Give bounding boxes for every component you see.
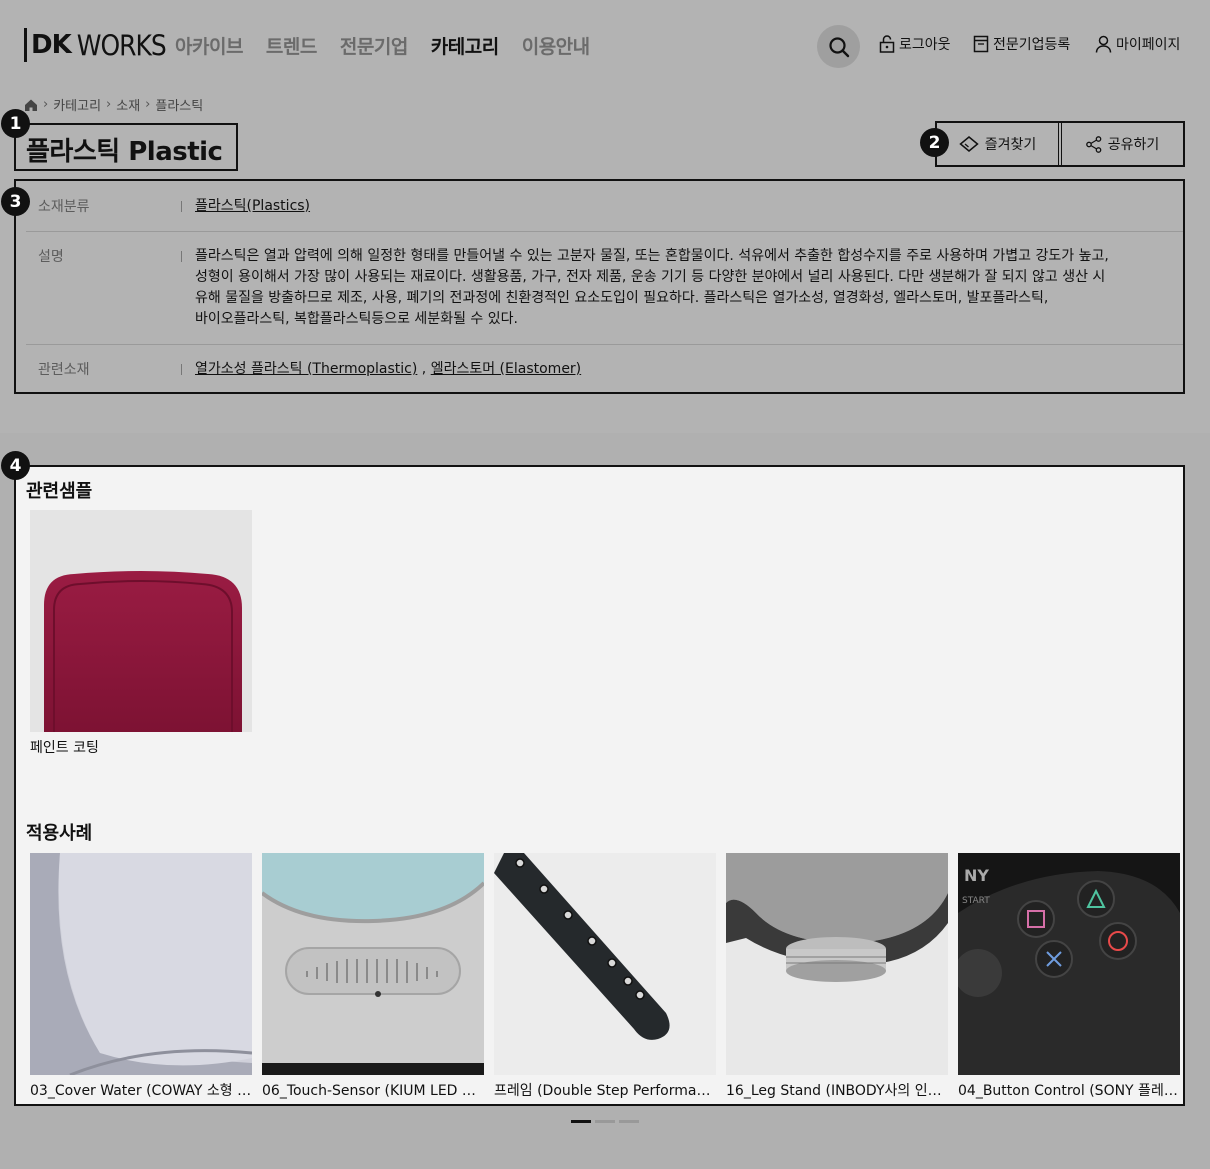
logout-label: 로그아웃 [899, 37, 951, 53]
category-link[interactable]: 플라스틱(Plastics) [195, 198, 310, 214]
nav-item-trend[interactable]: 트렌드 [266, 32, 317, 59]
description-label: 설명 [26, 246, 182, 330]
mypage-label: 마이페이지 [1116, 37, 1181, 53]
bookmark-diamond-icon [959, 136, 979, 152]
nav-item-category[interactable]: 카테고리 [431, 32, 499, 59]
related-panel: 관련샘플 페인트 코팅 적용사례 03_Cover Water (COWAY 소… [14, 465, 1185, 1106]
row-divider [26, 344, 1183, 345]
case-thumbnail[interactable] [494, 853, 716, 1075]
breadcrumb-item-plastic[interactable]: 플라스틱 [155, 95, 203, 114]
chevron-right-icon: › [145, 97, 151, 112]
marker-1: 1 [1, 109, 30, 138]
cases-title: 적용사례 [26, 823, 93, 844]
case-thumbnail[interactable] [726, 853, 948, 1075]
breadcrumb-item-material[interactable]: 소재 [116, 95, 140, 114]
info-row-description: 설명 플라스틱은 열과 압력에 의해 일정한 형태를 만들어낼 수 있는 고분자… [26, 246, 1183, 330]
marker-4: 4 [1, 451, 30, 480]
pager-dot-active[interactable] [571, 1120, 591, 1123]
description-line: 바이오플라스틱, 복합플라스틱등으로 세분화될 수 있다. [195, 311, 518, 327]
svg-text:NY: NY [964, 866, 989, 885]
search-icon [828, 36, 849, 57]
info-row-related: 관련소재 열가소성 플라스틱 (Thermoplastic) , 엘라스토머 (… [26, 359, 1183, 380]
related-label: 관련소재 [26, 359, 182, 380]
share-button[interactable]: 공유하기 [1058, 123, 1183, 165]
svg-text:START: START [962, 896, 990, 906]
case-thumbnail[interactable] [30, 853, 252, 1075]
share-icon [1085, 135, 1102, 153]
carousel-pagination [571, 1120, 639, 1123]
samples-title: 관련샘플 [26, 481, 93, 502]
info-row-category: 소재분류 플라스틱(Plastics) [26, 196, 1183, 217]
case-caption[interactable]: 03_Cover Water (COWAY 소형 정수기) [30, 1080, 252, 1100]
marker-2: 2 [920, 128, 949, 157]
case-caption[interactable]: 06_Touch-Sensor (KIUM LED 조명) [262, 1080, 484, 1100]
home-icon[interactable] [24, 98, 38, 112]
related-link-thermoplastic[interactable]: 열가소성 플라스틱 (Thermoplastic) [195, 361, 417, 377]
logo-works: WORKS [76, 28, 167, 62]
mypage-link[interactable]: 마이페이지 [1095, 34, 1180, 54]
description-text: 플라스틱은 열과 압력에 의해 일정한 형태를 만들어낼 수 있는 고분자 물질… [181, 246, 1171, 330]
chevron-right-icon: › [43, 97, 49, 112]
related-value-cell: 열가소성 플라스틱 (Thermoplastic) , 엘라스토머 (Elast… [181, 359, 1171, 380]
site-logo[interactable]: DK WORKS [24, 26, 167, 64]
page-title: 플라스틱 Plastic [26, 137, 223, 167]
expert-register-link[interactable]: 전문기업등록 [973, 34, 1070, 54]
share-label: 공유하기 [1107, 137, 1160, 153]
page-title-box: 플라스틱 Plastic [14, 123, 239, 171]
description-line: 유해 물질을 방출하므로 제조, 사용, 폐기의 전과정에 친환경적인 요소도입… [195, 290, 1049, 306]
favorite-label: 즐겨찾기 [984, 137, 1037, 153]
document-icon [973, 35, 989, 53]
category-value-cell: 플라스틱(Plastics) [181, 196, 1171, 217]
action-buttons: 즐겨찾기 공유하기 [935, 121, 1185, 167]
favorite-button[interactable]: 즐겨찾기 [937, 123, 1058, 165]
nav-item-experts[interactable]: 전문기업 [340, 32, 408, 59]
user-icon [1095, 35, 1112, 53]
pager-dot[interactable] [595, 1120, 615, 1123]
description-line: 플라스틱은 열과 압력에 의해 일정한 형태를 만들어낼 수 있는 고분자 물질… [195, 248, 1109, 264]
logout-link[interactable]: 로그아웃 [879, 34, 951, 54]
sample-caption[interactable]: 페인트 코팅 [30, 737, 252, 757]
search-button[interactable] [817, 25, 860, 68]
case-caption[interactable]: 프레임 (Double Step Performance) [494, 1080, 716, 1100]
description-line: 성형이 용이해서 가장 많이 사용되는 재료이다. 생활용품, 가구, 전자 제… [195, 269, 1106, 285]
chevron-right-icon: › [106, 97, 112, 112]
breadcrumb: › 카테고리 › 소재 › 플라스틱 [24, 95, 203, 114]
nav-item-archive[interactable]: 아카이브 [175, 32, 243, 59]
expert-register-label: 전문기업등록 [993, 37, 1071, 53]
logo-dk: DK [24, 28, 72, 62]
material-info-table: 소재분류 플라스틱(Plastics) 설명 플라스틱은 열과 압력에 의해 일… [14, 179, 1185, 394]
case-caption[interactable]: 16_Leg Stand (INBODY사의 인바디) [726, 1080, 948, 1100]
sample-thumbnail[interactable] [30, 510, 252, 732]
nav-item-guide[interactable]: 이용안내 [522, 32, 590, 59]
related-link-elastomer[interactable]: 엘라스토머 (Elastomer) [431, 361, 581, 377]
main-nav: 아카이브 트렌드 전문기업 카테고리 이용안내 [175, 32, 613, 59]
marker-3: 3 [1, 187, 30, 216]
case-thumbnail[interactable] [262, 853, 484, 1075]
category-label: 소재분류 [26, 196, 182, 217]
case-caption[interactable]: 04_Button Control (SONY 플레이스테이션) [958, 1080, 1180, 1100]
site-header: DK WORKS 아카이브 트렌드 전문기업 카테고리 이용안내 로그아웃 전문… [0, 0, 1210, 92]
case-thumbnail[interactable]: NY START [958, 853, 1180, 1075]
related-separator: , [421, 361, 427, 377]
row-divider [26, 231, 1183, 232]
pager-dot[interactable] [619, 1120, 639, 1123]
lock-open-icon [879, 35, 895, 53]
breadcrumb-item-category[interactable]: 카테고리 [53, 95, 101, 114]
